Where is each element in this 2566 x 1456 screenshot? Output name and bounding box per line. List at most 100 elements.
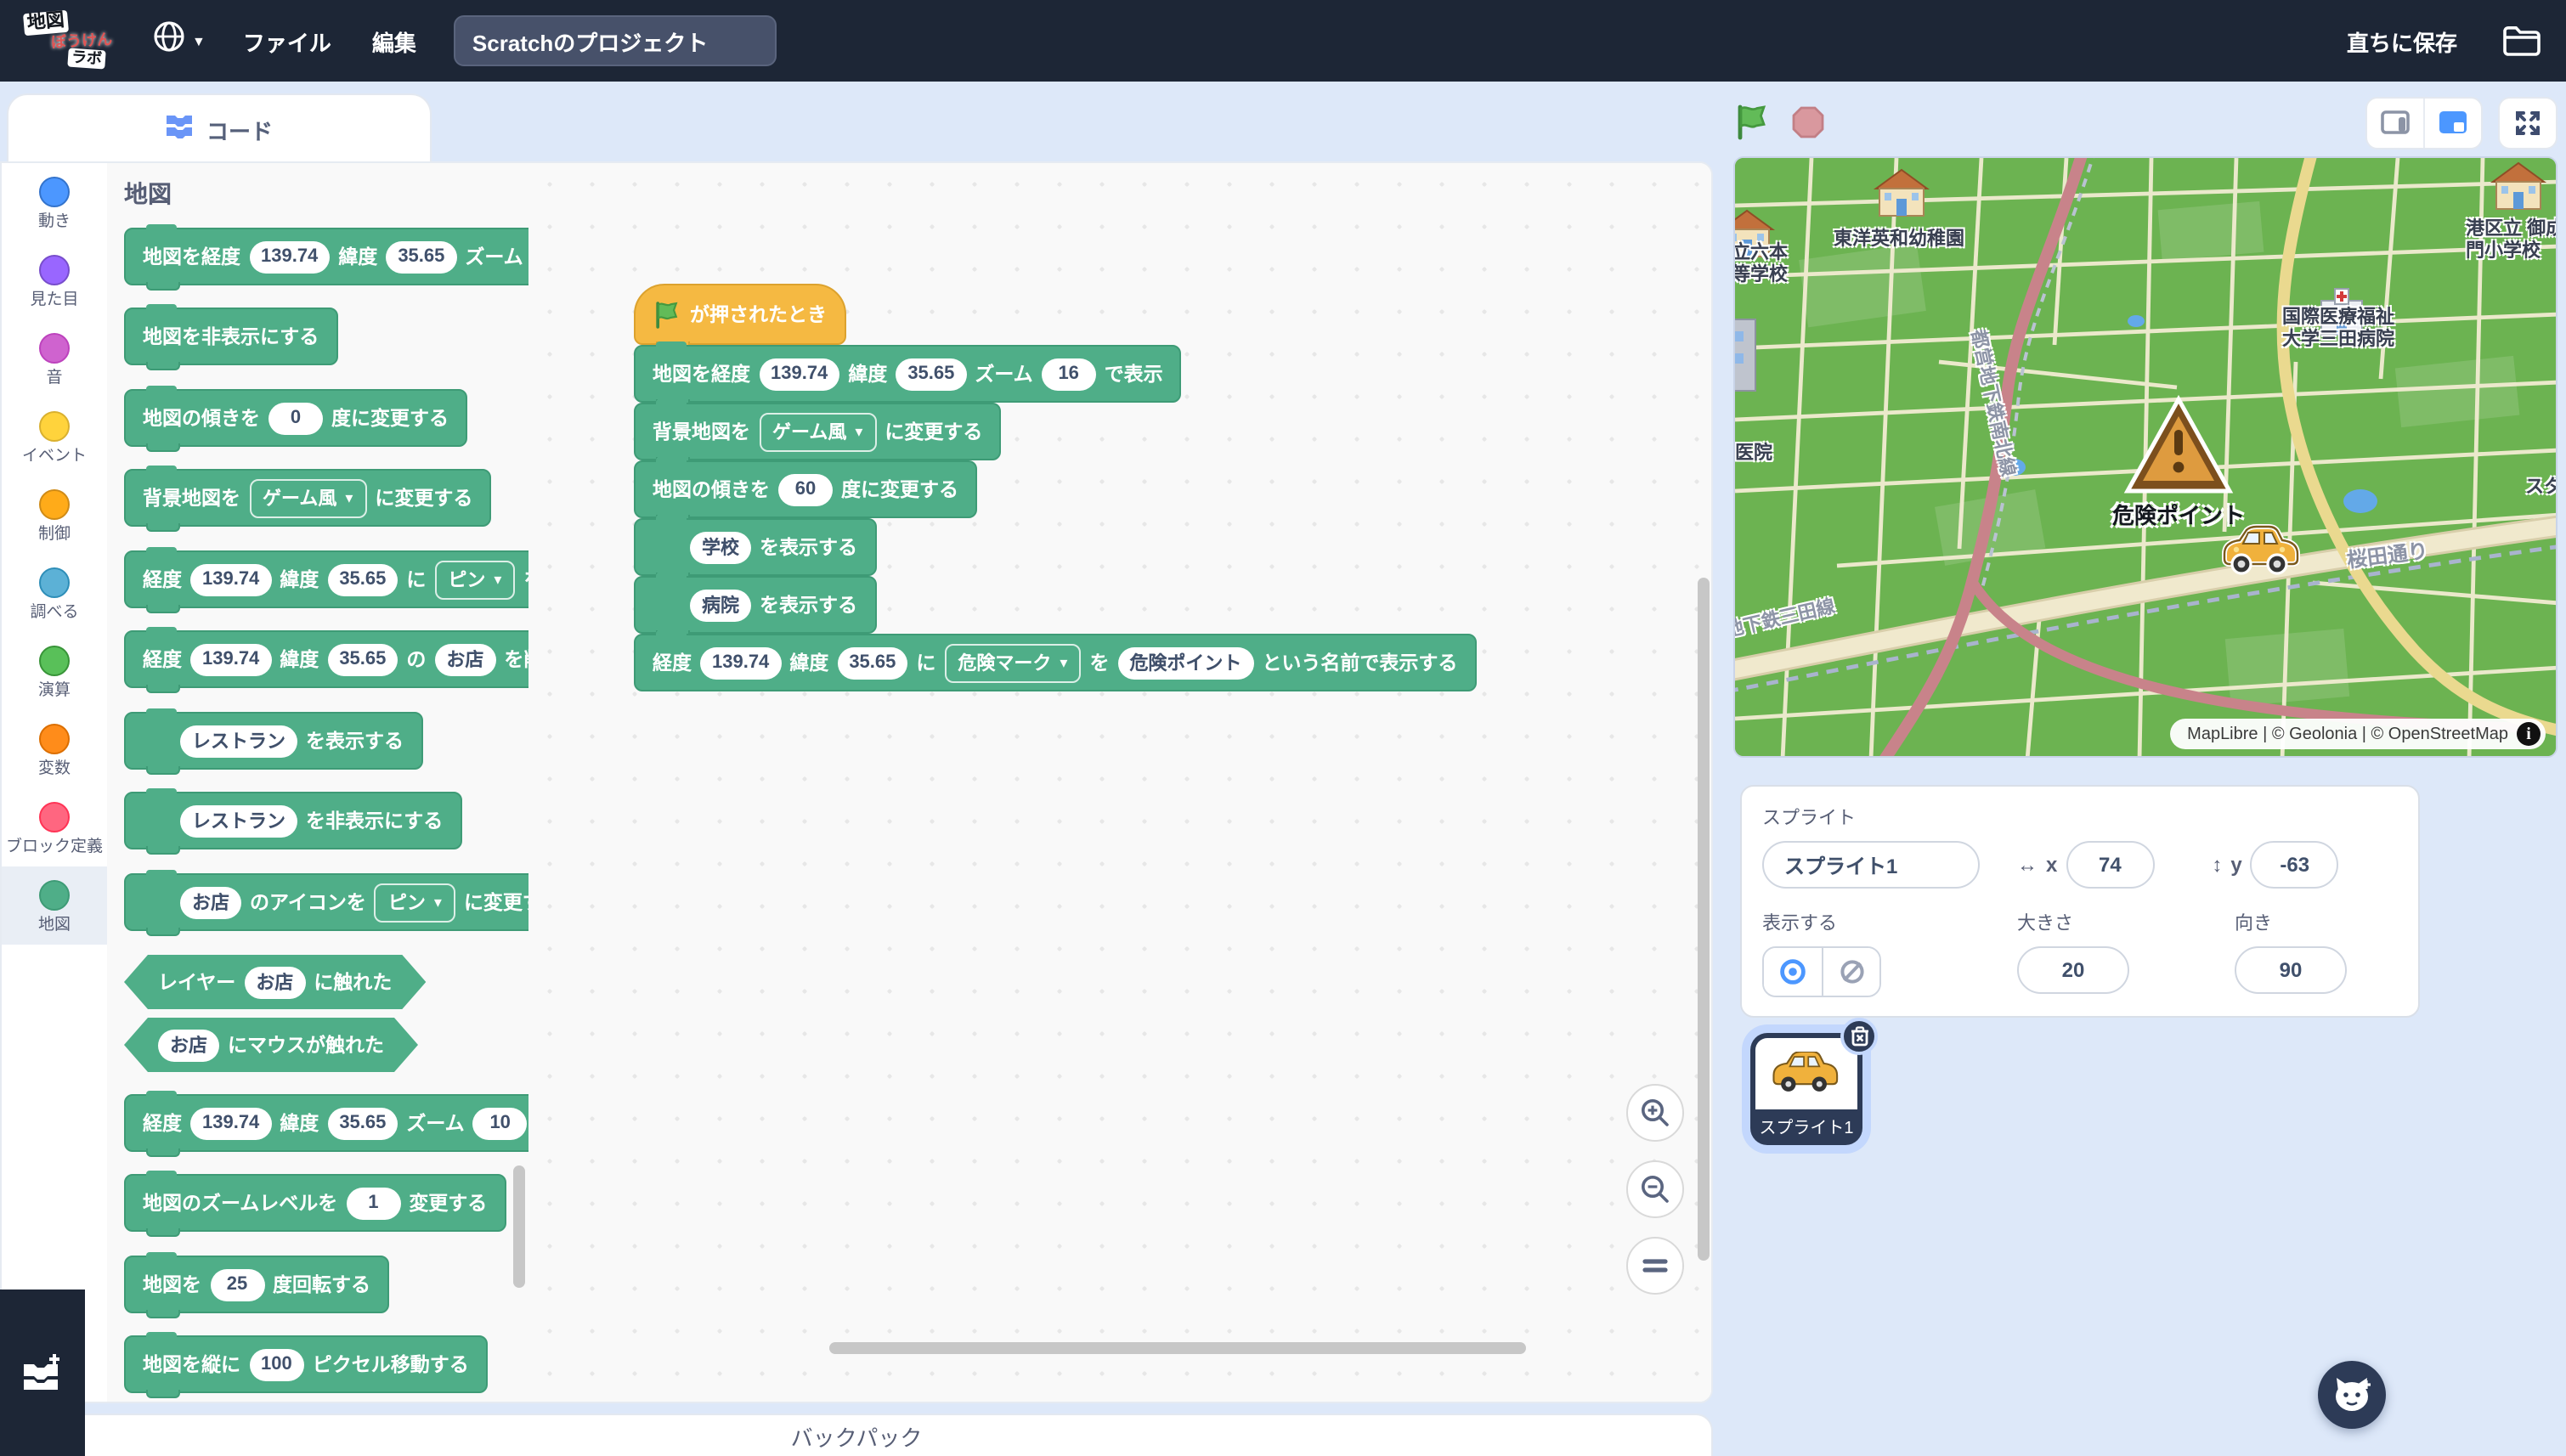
block[interactable]: 地図の傾きを0度に変更する [124,389,467,447]
folder-icon[interactable] [2501,24,2542,58]
block-input[interactable]: 35.65 [386,240,456,273]
zoom-out-button[interactable] [1626,1160,1684,1218]
sprite-name-input[interactable]: スプライト1 [1762,841,1980,889]
block-input[interactable]: お店 [244,966,305,998]
category-見た目[interactable]: 見た目 [2,241,107,319]
script-horizontal-scrollbar[interactable] [829,1342,1526,1354]
block-input[interactable]: 0 [268,402,323,434]
direction-input[interactable]: 90 [2235,946,2347,994]
block-input[interactable]: 25 [210,1268,264,1301]
tab-code[interactable]: コード [7,93,432,163]
block[interactable]: お店にマウスが触れた [124,1018,418,1072]
block[interactable]: お店のアイコンをピン▾に変更す [124,873,530,931]
y-input[interactable]: -63 [2251,841,2339,889]
info-icon[interactable]: i [2517,722,2541,746]
block-dropdown[interactable]: ピン▾ [434,560,515,599]
zoom-reset-button[interactable] [1626,1237,1684,1295]
block-input[interactable]: 60 [778,473,833,505]
block[interactable]: レストランを表示する [124,712,422,770]
block-dropdown[interactable]: ゲーム風▾ [759,412,876,451]
block[interactable]: 経度139.74緯度35.65のお店を削 [124,630,530,688]
palette-scrollbar[interactable] [513,1165,525,1288]
block-input[interactable]: 病院 [690,589,751,621]
block-input[interactable]: 35.65 [327,563,398,595]
block[interactable]: 地図を縦に100ピクセル移動する [124,1335,488,1393]
block-input[interactable]: 学校 [690,531,751,563]
block[interactable]: 地図を経度139.74緯度35.65ズーム16で表示 [634,345,1182,403]
block-input[interactable]: 100 [249,1348,304,1380]
block-text: という名前で表示する [1262,649,1457,676]
stage-map[interactable]: 東洋英和幼稚園 港区立 御成 門小学校 立六本 等学校 国際医療福祉 大学三田病… [1733,156,2558,758]
category-ブロック定義[interactable]: ブロック定義 [2,788,107,866]
block[interactable]: 経度139.74緯度35.65に危険マーク▾を危険ポイントという名前で表示する [634,634,1476,691]
category-地図[interactable]: 地図 [2,866,107,945]
hide-sprite-button[interactable] [1822,948,1879,996]
menu-edit[interactable]: 編集 [372,25,416,57]
category-音[interactable]: 音 [2,319,107,398]
app-logo[interactable]: 地図 ぼうけん ラボ [24,7,112,75]
block-input[interactable]: 139.74 [249,240,330,273]
show-sprite-button[interactable] [1764,948,1822,996]
block[interactable]: 地図のズームレベルを1変更する [124,1174,506,1232]
project-title-input[interactable]: Scratchのプロジェクト [454,15,777,66]
stop-button[interactable] [1791,105,1825,139]
category-調べる[interactable]: 調べる [2,554,107,632]
add-extension-button[interactable] [0,1290,85,1456]
block-input[interactable]: 139.74 [190,643,271,675]
block[interactable]: レイヤーお店に触れた [124,955,426,1009]
block-input[interactable]: 139.74 [190,1107,271,1139]
save-now-button[interactable]: 直ちに保存 [2347,25,2457,57]
x-input[interactable]: 74 [2066,841,2154,889]
category-イベント[interactable]: イベント [2,398,107,476]
block-input[interactable]: 危険ポイント [1117,646,1253,679]
block[interactable]: 経度139.74緯度35.65ズーム10に [124,1094,530,1152]
block[interactable]: 経度139.74緯度35.65にピン▾を [124,550,530,608]
script-area[interactable]: が押されたとき地図を経度139.74緯度35.65ズーム16で表示背景地図をゲー… [528,163,1711,1402]
block[interactable]: 背景地図をゲーム風▾に変更する [124,469,491,527]
fullscreen-button[interactable] [2498,96,2558,149]
zoom-in-button[interactable] [1626,1084,1684,1142]
block-input[interactable]: レストラン [180,725,297,757]
language-menu[interactable]: ▼ [153,20,206,61]
size-input[interactable]: 20 [2017,946,2129,994]
block-input[interactable]: 35.65 [327,643,398,675]
block-input[interactable]: 10 [473,1107,528,1139]
block-input[interactable]: 1 [346,1187,400,1219]
green-flag-button[interactable] [1733,104,1771,141]
backpack-bar[interactable]: バックパック [0,1414,1713,1456]
block-input[interactable]: 139.74 [700,646,781,679]
block-input[interactable]: 16 [1042,358,1096,390]
block-input[interactable]: お店 [434,643,495,675]
delete-sprite-button[interactable] [1840,1018,1878,1055]
add-sprite-button[interactable] [2318,1361,2386,1429]
block-dropdown[interactable]: ピン▾ [375,883,455,922]
category-変数[interactable]: 変数 [2,710,107,788]
block-dropdown[interactable]: 危険マーク▾ [944,643,1081,682]
category-制御[interactable]: 制御 [2,476,107,554]
block-input[interactable]: 139.74 [759,358,839,390]
block-input[interactable]: お店 [180,886,241,918]
small-stage-button[interactable] [2367,98,2423,147]
block[interactable]: が押されたとき [634,284,845,345]
block-dropdown[interactable]: ゲーム風▾ [249,478,366,517]
block[interactable]: 地図を非表示にする [124,308,337,365]
category-演算[interactable]: 演算 [2,632,107,710]
block[interactable]: 地図を経度139.74緯度35.65ズーム16 [124,228,530,285]
block[interactable]: 学校を表示する [634,518,876,576]
block-input[interactable]: 35.65 [327,1107,398,1139]
block-input[interactable]: お店 [158,1029,219,1061]
block-input[interactable]: 139.74 [190,563,271,595]
script-vertical-scrollbar[interactable] [1698,578,1710,1261]
block-input[interactable]: 35.65 [896,358,966,390]
sprite-tile[interactable]: スプライト1 [1750,1033,1862,1145]
large-stage-button[interactable] [2423,98,2481,147]
block[interactable]: 背景地図をゲーム風▾に変更する [634,403,1001,460]
block[interactable]: 地図の傾きを60度に変更する [634,460,977,518]
block[interactable]: 病院を表示する [634,576,876,634]
block[interactable]: レストランを非表示にする [124,792,461,849]
menu-file[interactable]: ファイル [243,25,331,57]
block[interactable]: 地図を25度回転する [124,1256,389,1313]
category-動き[interactable]: 動き [2,163,107,241]
block-input[interactable]: 35.65 [837,646,907,679]
block-input[interactable]: レストラン [180,804,297,837]
